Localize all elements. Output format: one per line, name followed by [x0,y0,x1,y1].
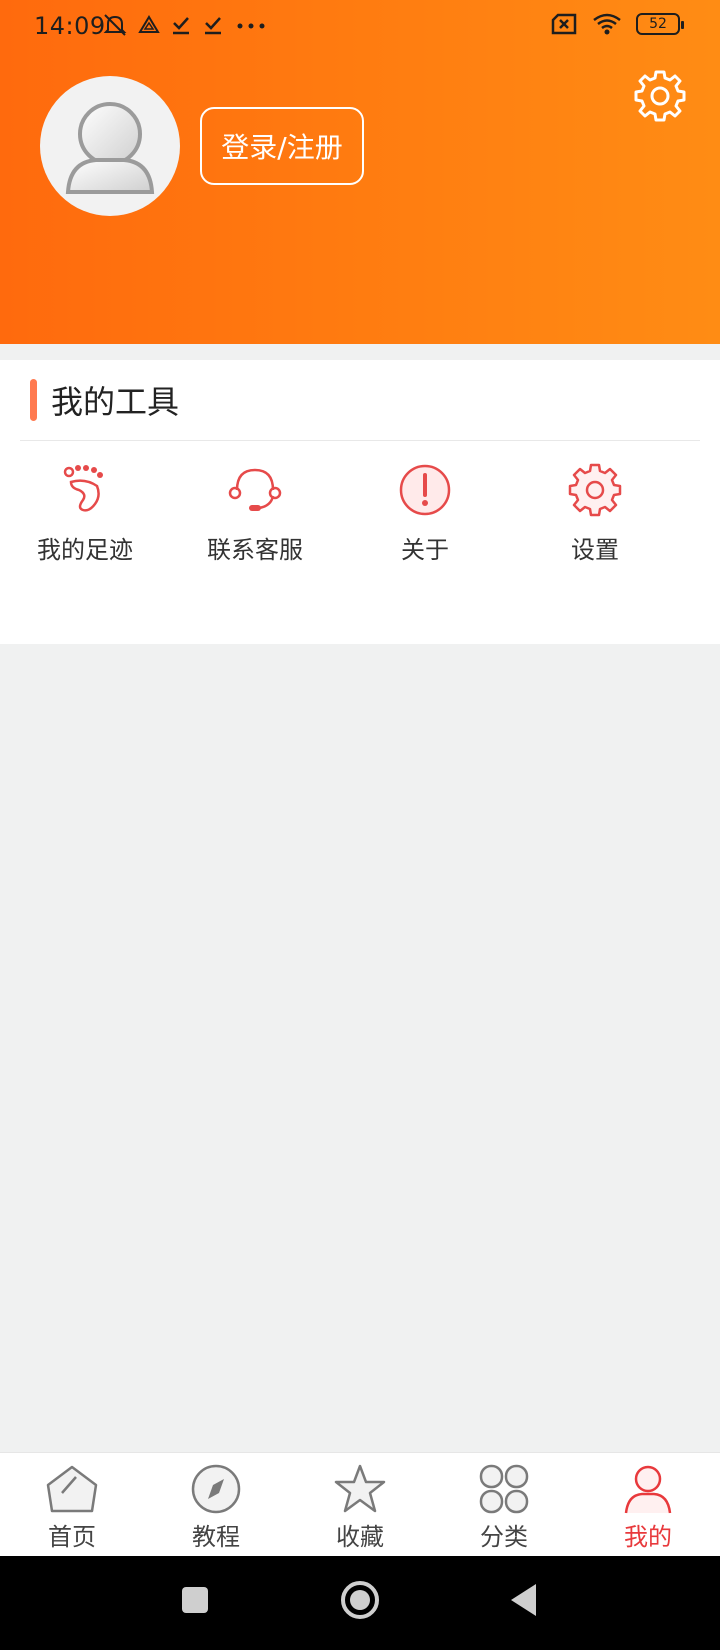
login-register-button[interactable]: 登录/注册 [200,107,364,185]
headset-icon [228,468,282,511]
my-tools-card: 我的工具 我的足迹 联系客服 关于 设置 [0,360,720,644]
status-time: 14:09 [34,12,106,40]
nav-tutorial[interactable]: 教程 [144,1453,288,1556]
battery-icon: 52 [636,13,684,35]
profile-screen: 14:09 52 登录/注册 我的工具 我的足迹 联系客服 关于 设置 首页 教… [0,0,720,1650]
recent-apps-icon[interactable] [180,1584,210,1616]
system-nav-bar [0,1556,720,1650]
user-icon [624,1465,672,1514]
tool-settings[interactable]: 设置 [510,460,680,565]
tool-label: 我的足迹 [37,536,133,564]
back-icon[interactable] [508,1582,538,1618]
tool-label: 设置 [571,536,619,564]
download-done-icon [205,17,221,35]
tool-label: 关于 [401,536,449,564]
status-system-icons: 52 [550,12,684,36]
divider [20,440,700,441]
nav-label: 首页 [48,1523,96,1551]
compass-icon [191,1464,241,1514]
tool-footprint[interactable]: 我的足迹 [0,460,170,565]
profile-header: 14:09 52 登录/注册 [0,0,720,344]
bottom-nav: 首页 教程 收藏 分类 我的 [0,1452,720,1556]
status-notification-icons [102,12,268,38]
nav-mine[interactable]: 我的 [576,1453,720,1556]
section-title: 我的工具 [51,383,180,421]
download-done-icon [173,17,189,35]
info-alert-icon [399,464,451,516]
sim-off-icon [551,13,577,35]
nav-label: 教程 [192,1523,240,1551]
tool-label: 联系客服 [207,536,303,564]
home-icon [46,1465,98,1513]
status-bar: 14:09 52 [0,0,720,56]
category-icon [479,1464,529,1514]
user-avatar-icon [65,102,155,194]
footprint-icon [63,465,103,512]
mute-icon [103,14,127,36]
nav-home[interactable]: 首页 [0,1453,144,1556]
nav-favorites[interactable]: 收藏 [288,1453,432,1556]
section-header: 我的工具 [30,376,179,424]
home-circle-icon[interactable] [340,1580,380,1620]
gear-icon[interactable] [632,68,688,124]
gear-icon [568,463,622,517]
tool-customer-service[interactable]: 联系客服 [170,460,340,565]
more-icon [237,23,265,29]
avatar[interactable] [40,76,180,216]
wifi-icon [593,13,621,35]
tool-about[interactable]: 关于 [340,460,510,565]
nav-label: 收藏 [336,1523,384,1551]
section-accent-bar [30,379,37,421]
nav-category[interactable]: 分类 [432,1453,576,1556]
star-icon [334,1464,386,1513]
tool-grid: 我的足迹 联系客服 关于 设置 [0,460,720,565]
nav-label: 我的 [624,1523,672,1551]
nav-label: 分类 [480,1523,528,1551]
drive-icon [138,15,160,33]
